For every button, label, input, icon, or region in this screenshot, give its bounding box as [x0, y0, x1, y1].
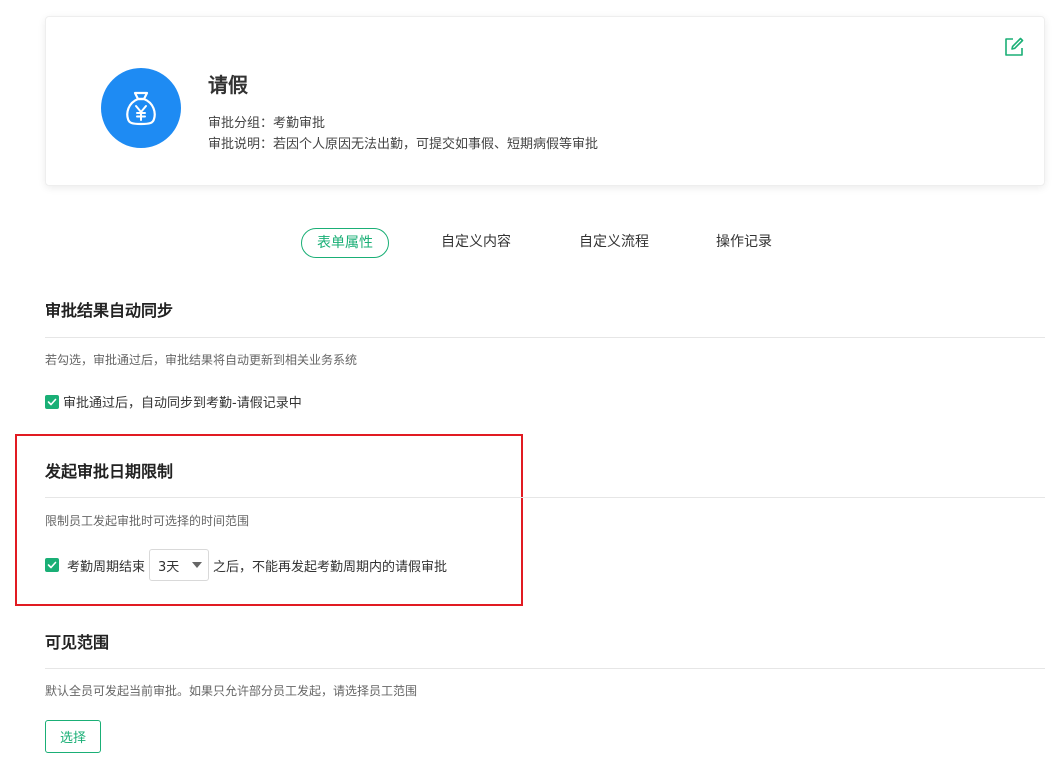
date-limit-check-row: 考勤周期结束 3天 之后，不能再发起考勤周期内的请假审批: [45, 549, 447, 581]
approval-title: 请假: [208, 73, 248, 97]
select-staff-button[interactable]: 选择: [45, 720, 101, 753]
group-value: 考勤审批: [273, 116, 326, 131]
description-label: 审批说明：: [208, 137, 274, 152]
date-limit-section-title: 发起审批日期限制: [45, 462, 174, 481]
sync-divider: [45, 337, 1045, 338]
days-select-value: 3天: [158, 559, 180, 575]
tab-form-properties[interactable]: 表单属性: [301, 228, 389, 258]
sync-section-title: 审批结果自动同步: [45, 301, 174, 320]
caret-down-icon: [192, 562, 203, 568]
description-value: 若因个人原因无法出勤，可提交如事假、短期病假等审批: [273, 137, 599, 152]
sync-checkbox[interactable]: [45, 394, 59, 409]
visibility-divider: [45, 668, 1045, 669]
date-limit-checkbox[interactable]: [45, 558, 59, 572]
tab-custom-content[interactable]: 自定义内容: [441, 228, 511, 258]
date-limit-section-desc: 限制员工发起审批时可选择的时间范围: [45, 514, 250, 528]
date-limit-suffix: 之后，不能再发起考勤周期内的请假审批: [213, 559, 448, 575]
edit-icon: [1005, 37, 1024, 56]
tab-operation-log[interactable]: 操作记录: [716, 228, 772, 258]
checkmark-icon: [47, 561, 57, 569]
date-limit-prefix: 考勤周期结束: [67, 559, 146, 575]
group-label: 审批分组：: [208, 116, 274, 131]
checkmark-icon: [47, 398, 57, 405]
sync-checkbox-label: 审批通过后，自动同步到考勤-请假记录中: [63, 396, 302, 411]
visibility-section-title: 可见范围: [45, 633, 110, 652]
sync-check-row: 审批通过后，自动同步到考勤-请假记录中: [45, 392, 302, 411]
days-select[interactable]: 3天: [149, 549, 210, 581]
money-bag-yen-icon: [126, 91, 156, 126]
approval-description: 审批说明：若因个人原因无法出勤，可提交如事假、短期病假等审批: [208, 133, 598, 152]
approval-group: 审批分组：考勤审批: [208, 112, 325, 131]
approval-info-card: 请假 审批分组：考勤审批 审批说明：若因个人原因无法出勤，可提交如事假、短期病假…: [45, 16, 1045, 186]
tab-bar: 表单属性 自定义内容 自定义流程 操作记录: [0, 228, 1060, 258]
tab-custom-flow[interactable]: 自定义流程: [579, 228, 649, 258]
edit-button[interactable]: [1004, 37, 1024, 57]
sync-section-desc: 若勾选，审批通过后，审批结果将自动更新到相关业务系统: [45, 353, 358, 367]
date-limit-divider: [45, 497, 1045, 498]
approval-avatar: [101, 68, 181, 148]
visibility-section-desc: 默认全员可发起当前审批。如果只允许部分员工发起，请选择员工范围: [45, 684, 418, 698]
